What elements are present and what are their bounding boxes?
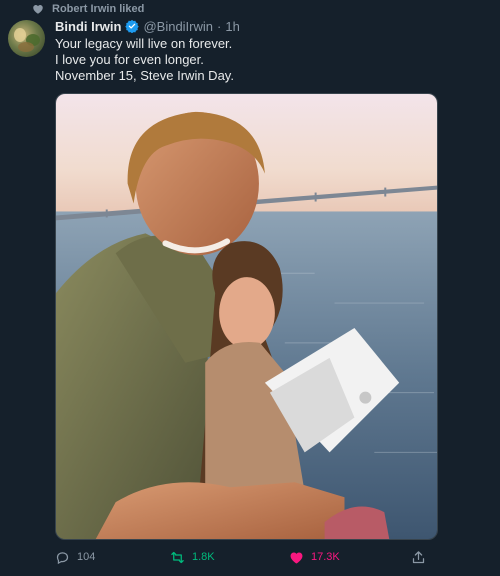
tweet-actions: 104 1.8K 17.3K xyxy=(55,546,438,568)
tweet-text-line: I love you for even longer. xyxy=(55,52,204,67)
heart-icon xyxy=(33,4,43,14)
heart-filled-icon xyxy=(290,551,303,563)
tweet-timestamp[interactable]: 1h xyxy=(225,19,239,34)
avatar[interactable] xyxy=(8,20,45,57)
separator-dot: · xyxy=(217,18,222,34)
like-button[interactable]: 17.3K xyxy=(289,546,340,568)
author-name[interactable]: Bindi Irwin xyxy=(55,19,121,34)
retweet-icon xyxy=(171,551,184,563)
like-count: 17.3K xyxy=(311,551,340,563)
verified-badge-icon xyxy=(125,19,140,33)
share-button[interactable] xyxy=(411,546,426,568)
retweet-count: 1.8K xyxy=(192,551,215,563)
social-context[interactable]: Robert Irwin liked xyxy=(32,2,144,16)
retweet-button[interactable]: 1.8K xyxy=(170,546,215,568)
tweet-text-line: November 15, Steve Irwin Day. xyxy=(55,68,234,83)
reply-icon xyxy=(56,551,69,564)
reply-button[interactable]: 104 xyxy=(55,546,95,568)
tweet-photo[interactable] xyxy=(55,93,438,540)
tweet-text: Your legacy will live on forever. I love… xyxy=(55,36,475,84)
author-handle[interactable]: @BindiIrwin xyxy=(143,19,213,34)
reply-count: 104 xyxy=(77,551,96,563)
social-context-label: Robert Irwin liked xyxy=(52,3,145,15)
share-icon xyxy=(412,550,425,563)
tweet-text-line: Your legacy will live on forever. xyxy=(55,36,233,51)
tweet-header: Bindi Irwin @BindiIrwin · 1h xyxy=(55,17,240,35)
